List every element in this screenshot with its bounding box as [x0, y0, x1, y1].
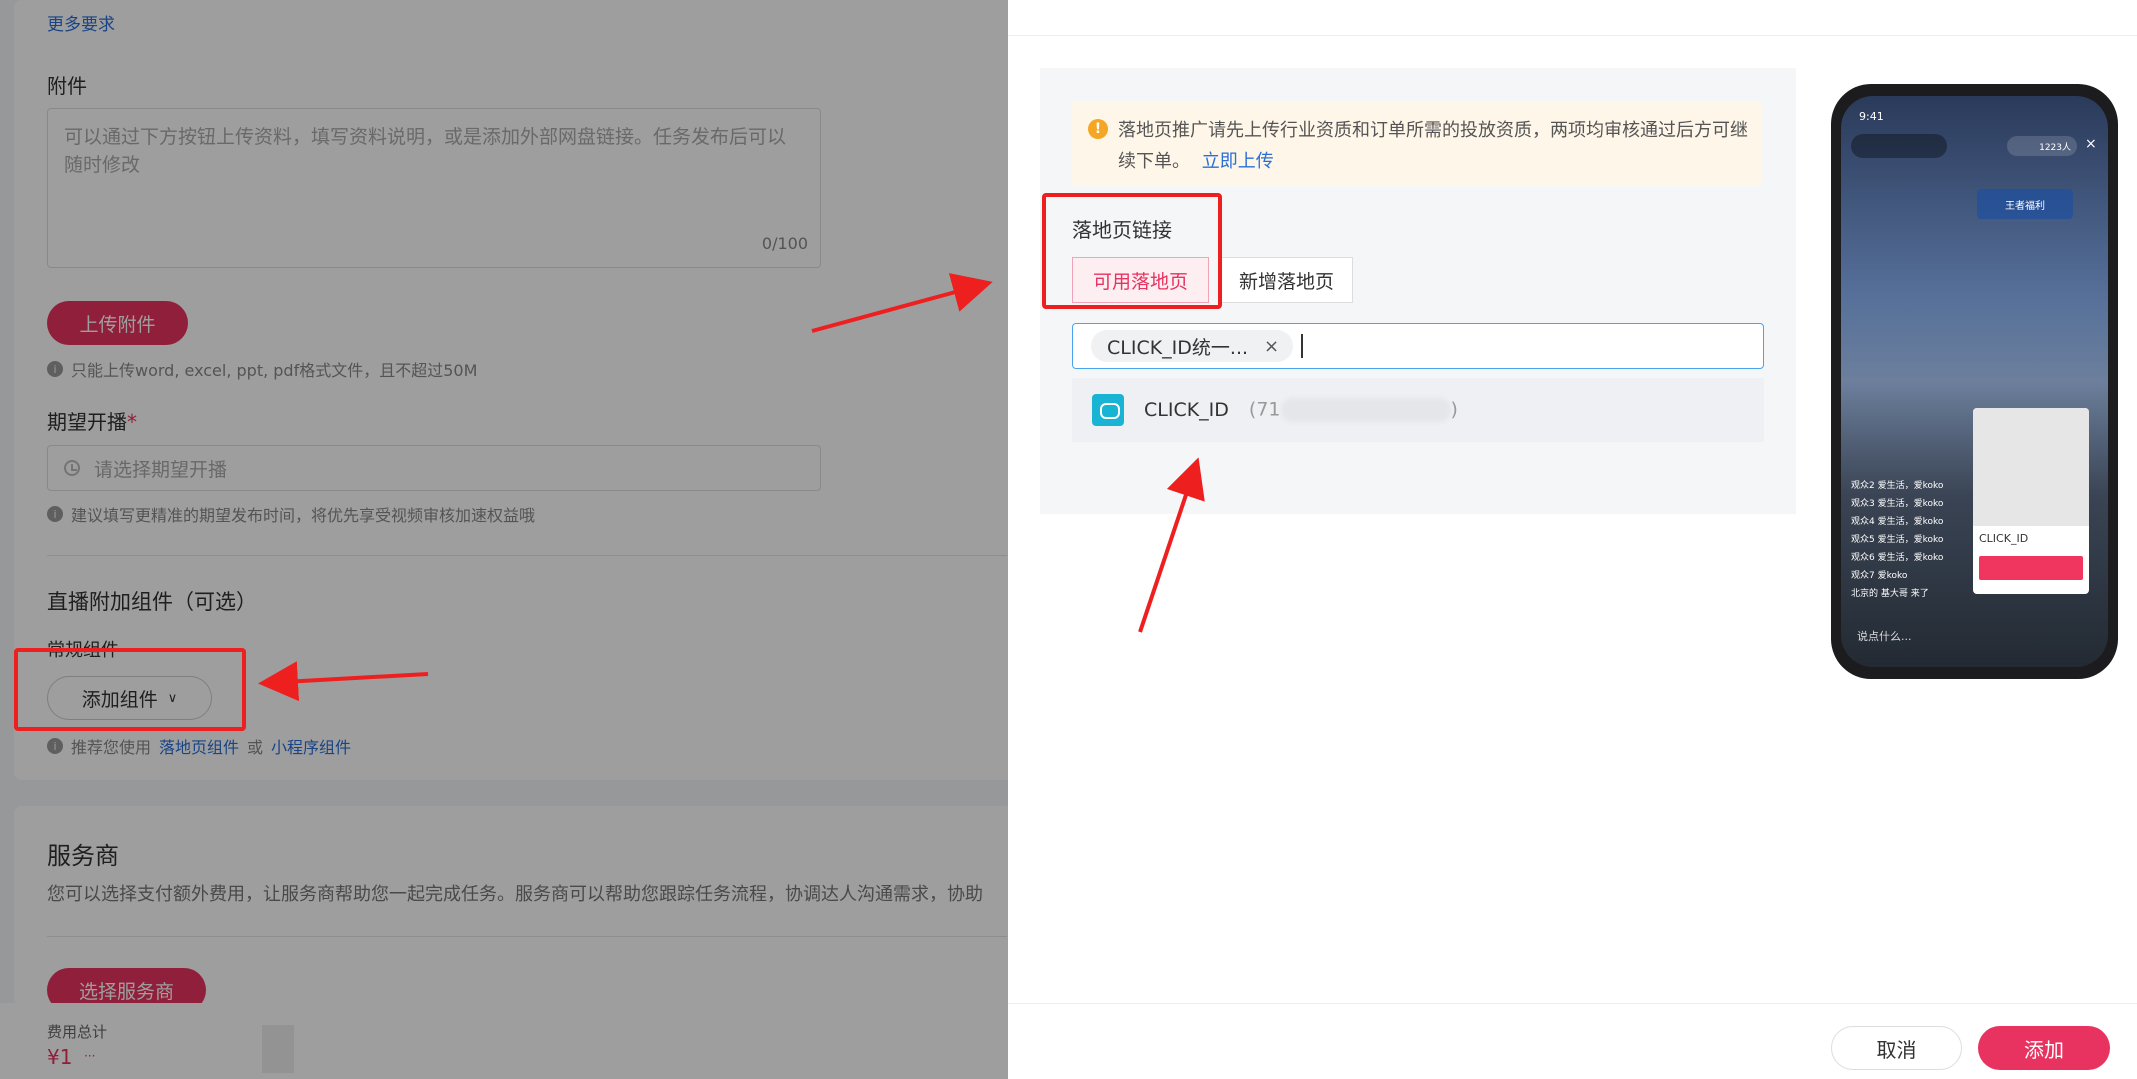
highlight-box-landing-tabs	[1042, 193, 1222, 309]
landing-page-drawer: ! 落地页推广请先上传行业资质和订单所需的投放资质，两项均审核通过后方可继续下单…	[1008, 0, 2137, 1079]
close-icon[interactable]: ×	[1264, 336, 1279, 357]
chat-line: 北京的 基大哥 来了	[1851, 589, 1929, 599]
highlight-box-add-component	[14, 648, 246, 731]
promo-tag: 王者福利	[1977, 189, 2073, 219]
add-button[interactable]: 添加	[1978, 1026, 2110, 1070]
qualification-notice: ! 落地页推广请先上传行业资质和订单所需的投放资质，两项均审核通过后方可继续下单…	[1072, 101, 1762, 186]
text-caret	[1301, 334, 1304, 358]
option-id: (71)	[1249, 398, 1458, 422]
upload-now-link[interactable]: 立即上传	[1202, 151, 1274, 172]
tab-new-landing[interactable]: 新增落地页	[1220, 257, 1353, 303]
background-form: 更多要求 附件 可以通过下方按钮上传资料，填写资料说明，或是添加外部网盘链接。任…	[0, 0, 1008, 1079]
landing-page-icon	[1092, 394, 1124, 426]
host-badge	[1851, 134, 1947, 158]
landing-page-select[interactable]: CLICK_ID统一... ×	[1072, 323, 1764, 369]
chip-label: CLICK_ID统一...	[1107, 336, 1249, 359]
chat-line: 观众7 爱koko	[1851, 571, 1908, 581]
chat-line: 观众4 爱生活，爱koko	[1851, 517, 1944, 527]
chat-line: 观众5 爱生活，爱koko	[1851, 535, 1944, 545]
status-time: 9:41	[1859, 110, 1884, 123]
notice-text: 落地页推广请先上传行业资质和订单所需的投放资质，两项均审核通过后方可继续下单。 …	[1118, 115, 1748, 177]
option-id-prefix: (71	[1248, 398, 1281, 421]
drawer-footer-line	[1008, 1003, 2137, 1004]
option-name: CLICK_ID	[1144, 399, 1229, 421]
landing-page-card: CLICK_ID	[1973, 408, 2089, 594]
comment-input: 说点什么...	[1857, 630, 1912, 643]
landing-option[interactable]: CLICK_ID (71)	[1072, 378, 1764, 442]
card-button	[1979, 556, 2083, 580]
audience-badge: 1223人	[2007, 136, 2077, 156]
drawer-header-line	[1008, 35, 2137, 36]
redacted-id	[1280, 398, 1451, 422]
option-id-suffix: )	[1450, 398, 1458, 421]
card-title: CLICK_ID	[1979, 532, 2029, 545]
chat-line: 观众2 爱生活，爱koko	[1851, 481, 1944, 491]
cancel-button[interactable]: 取消	[1831, 1026, 1962, 1070]
phone-preview: 9:41 1223人 × 王者福利 观众2 爱生活，爱koko 观众3 爱生活，…	[1831, 84, 2118, 679]
chat-line: 观众6 爱生活，爱koko	[1851, 553, 1944, 563]
card-image	[1973, 408, 2089, 526]
modal-overlay[interactable]	[0, 0, 1008, 1079]
audience-count: 1223人	[2039, 143, 2071, 153]
warning-icon: !	[1088, 119, 1108, 139]
live-preview-screen: 9:41 1223人 × 王者福利 观众2 爱生活，爱koko 观众3 爱生活，…	[1841, 96, 2108, 667]
chat-line: 观众3 爱生活，爱koko	[1851, 499, 1944, 509]
close-icon: ×	[2085, 136, 2097, 152]
selected-landing-chip: CLICK_ID统一... ×	[1091, 330, 1294, 362]
